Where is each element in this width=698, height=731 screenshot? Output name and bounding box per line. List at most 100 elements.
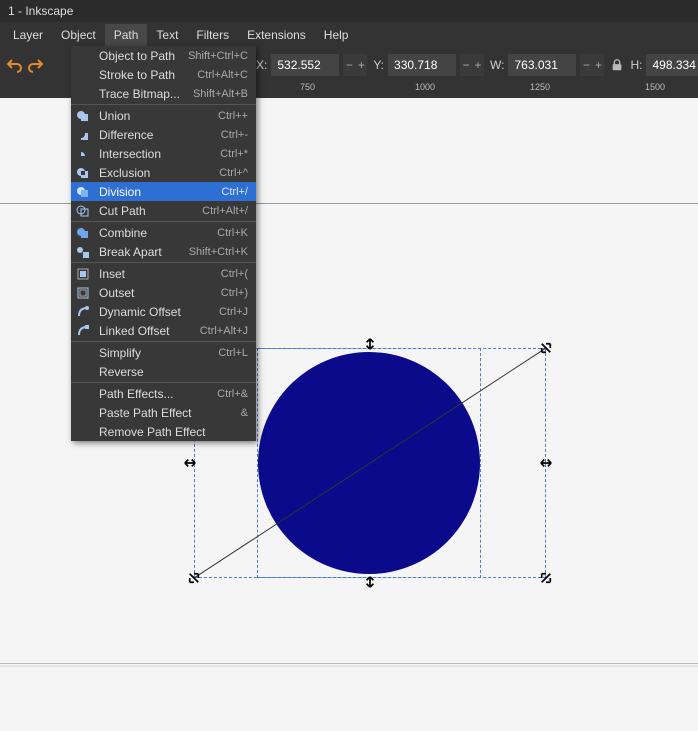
coord-w: W: −+ xyxy=(490,54,604,76)
menu-item-break-apart[interactable]: Break Apart Shift+Ctrl+K xyxy=(71,242,256,261)
blank-icon xyxy=(75,67,91,83)
cut-icon xyxy=(75,203,91,219)
outset-icon xyxy=(75,285,91,301)
menu-item-exclusion[interactable]: ExclusionCtrl+^ xyxy=(71,163,256,182)
menu-item-shortcut: Ctrl+) xyxy=(221,287,248,299)
handle-ne[interactable] xyxy=(540,342,552,354)
menu-help[interactable]: Help xyxy=(315,24,358,46)
menu-item-difference[interactable]: Difference Ctrl+- xyxy=(71,125,256,144)
h-input[interactable] xyxy=(646,54,698,76)
handle-n[interactable] xyxy=(364,338,376,350)
coord-x: X: −+ xyxy=(256,54,367,76)
x-label: X: xyxy=(256,58,267,72)
menu-item-shortcut: Ctrl++ xyxy=(218,110,248,122)
w-label: W: xyxy=(490,58,504,72)
blank-icon xyxy=(75,48,91,64)
break-icon xyxy=(75,244,91,260)
menu-item-simplify[interactable]: Simplify Ctrl+L xyxy=(71,343,256,362)
menu-item-label: Division xyxy=(99,185,213,199)
menu-item-trace-bitmap[interactable]: Trace Bitmap...Shift+Alt+B xyxy=(71,84,256,103)
coord-h: H: xyxy=(630,54,698,76)
menu-item-inset[interactable]: InsetCtrl+( xyxy=(71,264,256,283)
menu-item-label: Simplify xyxy=(99,346,210,360)
y-stepper[interactable]: −+ xyxy=(460,54,484,76)
menu-item-label: Trace Bitmap... xyxy=(99,87,185,101)
menu-item-label: Path Effects... xyxy=(99,387,209,401)
menu-item-shortcut: Shift+Ctrl+K xyxy=(189,246,248,258)
union-icon xyxy=(75,108,91,124)
handle-s[interactable] xyxy=(364,576,376,588)
comb-icon xyxy=(75,225,91,241)
menu-separator xyxy=(71,262,256,263)
menu-item-combine[interactable]: Combine Ctrl+K xyxy=(71,223,256,242)
x-input[interactable] xyxy=(271,54,339,76)
ruler-tick: 1250 xyxy=(530,82,550,92)
menubar: Layer Object Path Text Filters Extension… xyxy=(0,22,698,48)
menu-item-label: Difference xyxy=(99,128,213,142)
w-stepper[interactable]: −+ xyxy=(580,54,604,76)
diff-icon xyxy=(75,127,91,143)
path-menu-dropdown: Object to PathShift+Ctrl+CStroke to Path… xyxy=(71,46,256,441)
handle-sw[interactable] xyxy=(188,572,200,584)
handle-w[interactable] xyxy=(184,457,196,469)
menu-item-label: Exclusion xyxy=(99,166,211,180)
menu-item-cut-path[interactable]: Cut PathCtrl+Alt+/ xyxy=(71,201,256,220)
redo-button[interactable] xyxy=(28,54,44,76)
menu-text[interactable]: Text xyxy=(147,24,187,46)
window-title: 1 - Inkscape xyxy=(8,4,73,18)
menu-item-label: Break Apart xyxy=(99,245,181,259)
menu-item-reverse[interactable]: Reverse xyxy=(71,362,256,381)
menu-item-shortcut: Ctrl+Alt+/ xyxy=(202,205,248,217)
div-icon xyxy=(75,184,91,200)
menu-item-shortcut: & xyxy=(241,407,248,419)
menu-item-union[interactable]: Union Ctrl++ xyxy=(71,106,256,125)
menu-item-shortcut: Ctrl+K xyxy=(217,227,248,239)
blank-icon xyxy=(75,405,91,421)
titlebar: 1 - Inkscape xyxy=(0,0,698,22)
menu-item-outset[interactable]: Outset Ctrl+) xyxy=(71,283,256,302)
link-icon xyxy=(75,323,91,339)
menu-item-shortcut: Ctrl+( xyxy=(221,268,248,280)
menu-item-division[interactable]: DivisionCtrl+/ xyxy=(71,182,256,201)
lock-aspect-button[interactable] xyxy=(610,56,624,74)
menu-item-dynamic-offset[interactable]: Dynamic OffsetCtrl+J xyxy=(71,302,256,321)
ruler-tick: 1500 xyxy=(645,82,665,92)
menu-item-label: Remove Path Effect xyxy=(99,425,240,439)
page-bottom-border xyxy=(0,663,698,664)
inset-icon xyxy=(75,266,91,282)
menu-item-paste-path-effect[interactable]: Paste Path Effect& xyxy=(71,403,256,422)
x-stepper[interactable]: −+ xyxy=(343,54,367,76)
menu-item-label: Stroke to Path xyxy=(99,68,189,82)
menu-item-object-to-path[interactable]: Object to PathShift+Ctrl+C xyxy=(71,46,256,65)
menu-item-label: Paste Path Effect xyxy=(99,406,233,420)
w-input[interactable] xyxy=(508,54,576,76)
menu-item-label: Union xyxy=(99,109,210,123)
menu-item-stroke-to-path[interactable]: Stroke to Path Ctrl+Alt+C xyxy=(71,65,256,84)
menu-path[interactable]: Path xyxy=(105,24,148,46)
menu-filters[interactable]: Filters xyxy=(187,24,238,46)
y-input[interactable] xyxy=(388,54,456,76)
menu-separator xyxy=(71,341,256,342)
menu-item-shortcut: Ctrl+Alt+C xyxy=(197,69,248,81)
menu-extensions[interactable]: Extensions xyxy=(238,24,315,46)
blank-icon xyxy=(75,364,91,380)
menu-layer[interactable]: Layer xyxy=(4,24,52,46)
coord-y: Y: −+ xyxy=(373,54,484,76)
menu-object[interactable]: Object xyxy=(52,24,105,46)
menu-item-intersection[interactable]: IntersectionCtrl+* xyxy=(71,144,256,163)
blank-icon xyxy=(75,345,91,361)
menu-item-path-effects[interactable]: Path Effects...Ctrl+& xyxy=(71,384,256,403)
menu-item-label: Linked Offset xyxy=(99,324,192,338)
menu-item-shortcut: Ctrl+- xyxy=(221,129,248,141)
handle-se[interactable] xyxy=(540,572,552,584)
menu-item-remove-path-effect[interactable]: Remove Path Effect xyxy=(71,422,256,441)
handle-e[interactable] xyxy=(540,457,552,469)
excl-icon xyxy=(75,165,91,181)
menu-item-label: Outset xyxy=(99,286,213,300)
menu-item-label: Combine xyxy=(99,226,209,240)
undo-button[interactable] xyxy=(6,54,22,76)
menu-item-shortcut: Ctrl+L xyxy=(218,347,248,359)
menu-item-linked-offset[interactable]: Linked OffsetCtrl+Alt+J xyxy=(71,321,256,340)
h-label: H: xyxy=(630,58,642,72)
menu-item-shortcut: Shift+Ctrl+C xyxy=(188,50,248,62)
